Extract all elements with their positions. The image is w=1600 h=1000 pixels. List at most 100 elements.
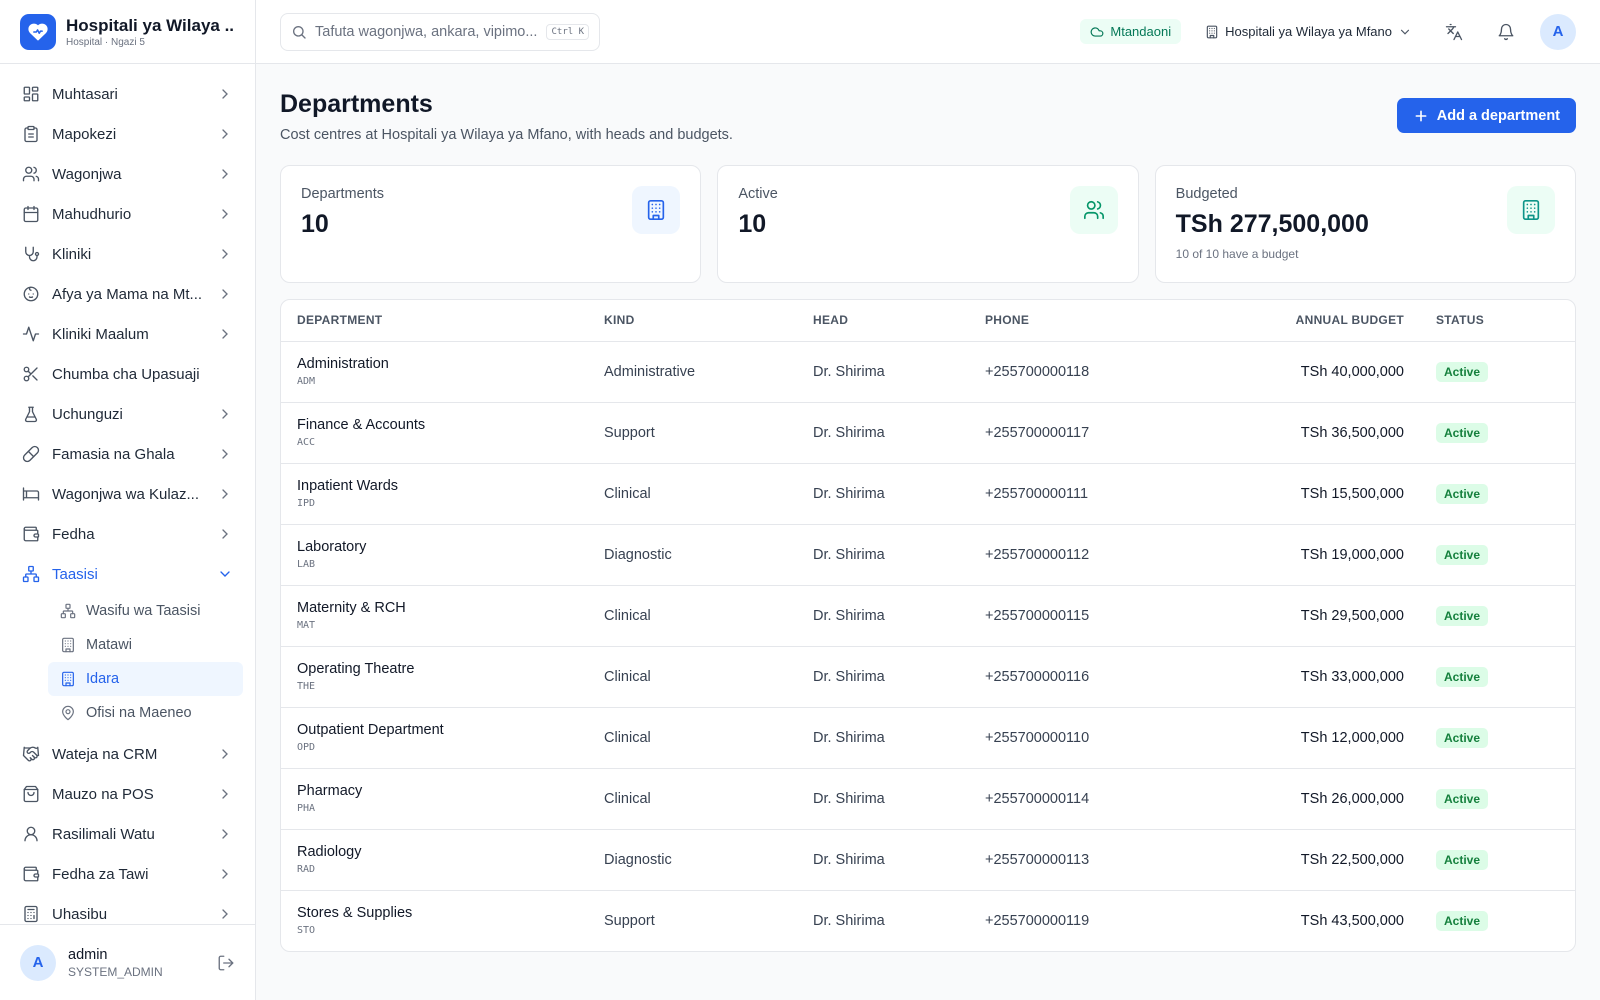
language-icon[interactable] [1436, 14, 1472, 50]
sidebar-item-label: Wagonjwa wa Kulaz... [52, 485, 200, 503]
stat-label: Departments [301, 186, 385, 202]
status-badge: Active [1436, 666, 1489, 687]
sidebar-item-fedha-za-tawi[interactable]: Fedha za Tawi [12, 854, 243, 894]
sidebar-item-label: Uhasibu [52, 905, 108, 923]
logout-icon[interactable] [217, 954, 235, 972]
column-header[interactable]: KIND [588, 300, 797, 342]
flask-icon [22, 405, 40, 423]
department-name[interactable]: Finance & Accounts [297, 417, 572, 433]
column-header[interactable]: PHONE [969, 300, 1169, 342]
cell-status: Active [1420, 585, 1575, 647]
stats-row: Departments 10 Active 10 Budgeted TSh 27… [280, 165, 1576, 283]
department-name[interactable]: Pharmacy [297, 783, 572, 799]
department-name[interactable]: Maternity & RCH [297, 600, 572, 616]
department-code: MAT [297, 620, 316, 631]
column-header[interactable]: ANNUAL BUDGET [1169, 300, 1420, 342]
sidebar-item-muhtasari[interactable]: Muhtasari [12, 74, 243, 114]
user-avatar-button[interactable]: A [1540, 13, 1576, 50]
department-name[interactable]: Radiology [297, 844, 572, 860]
cell-kind: Diagnostic [588, 829, 797, 891]
department-name[interactable]: Laboratory [297, 539, 572, 555]
sidebar-item-kliniki-maalum[interactable]: Kliniki Maalum [12, 314, 243, 354]
sidebar-subitem-idara[interactable]: Idara [48, 662, 243, 696]
sidebar-item-label: Famasia na Ghala [52, 445, 175, 463]
cell-status: Active [1420, 402, 1575, 464]
table-row[interactable]: Maternity & RCH MAT Clinical Dr. Shirima +25… [281, 585, 1575, 647]
chevron-right-icon [217, 526, 233, 542]
brand-subtitle: Hospital · Ngazi 5 [66, 36, 145, 48]
departments-table: DEPARTMENT KIND HEAD PHONE ANNUAL BUDGET… [281, 300, 1575, 951]
add-department-button[interactable]: Add a department [1396, 98, 1576, 133]
cell-annual-budget: TSh 22,500,000 [1169, 829, 1420, 891]
cell-department: Administration ADM [281, 341, 588, 403]
department-name[interactable]: Inpatient Wards [297, 478, 572, 494]
table-row[interactable]: Operating Theatre THE Clinical Dr. Shirima +… [281, 646, 1575, 708]
user-role: SYSTEM_ADMIN [68, 964, 163, 979]
org-selector[interactable]: Hospitali ya Wilaya ya Mfano [1197, 24, 1420, 39]
sidebar-item-wateja-na-crm[interactable]: Wateja na CRM [12, 734, 243, 774]
department-name[interactable]: Outpatient Department [297, 722, 572, 738]
bed-icon [22, 485, 40, 503]
column-header[interactable]: DEPARTMENT [281, 300, 588, 342]
column-header[interactable]: HEAD [797, 300, 969, 342]
sidebar-item-wagonjwa-wa-kulaz[interactable]: Wagonjwa wa Kulaz... [12, 474, 243, 514]
avatar[interactable]: A [20, 944, 56, 981]
search-box[interactable]: Ctrl K [280, 12, 600, 51]
sidebar-item-famasia-na-ghala[interactable]: Famasia na Ghala [12, 434, 243, 474]
search-input[interactable] [315, 23, 539, 40]
chevron-right-icon [217, 166, 233, 182]
chevron-right-icon [217, 406, 233, 422]
cell-head: Dr. Shirima [797, 646, 969, 708]
sidebar-subitem-label: Matawi [86, 637, 132, 653]
cell-head: Dr. Shirima [797, 524, 969, 586]
sidebar-subitem-label: Idara [86, 671, 120, 687]
sidebar-subitem-wasifu-wa-taasisi[interactable]: Wasifu wa Taasisi [48, 594, 243, 628]
cell-department: Pharmacy PHA [281, 768, 588, 830]
sidebar-item-uhasibu[interactable]: Uhasibu [12, 894, 243, 924]
cell-annual-budget: TSh 19,000,000 [1169, 524, 1420, 586]
sidebar-item-mauzo-na-pos[interactable]: Mauzo na POS [12, 774, 243, 814]
cell-kind: Clinical [588, 463, 797, 525]
table-row[interactable]: Outpatient Department OPD Clinical Dr. Shir… [281, 707, 1575, 769]
table-row[interactable]: Pharmacy PHA Clinical Dr. Shirima +255700000… [281, 768, 1575, 830]
cell-annual-budget: TSh 40,000,000 [1169, 341, 1420, 403]
cell-phone: +255700000113 [969, 829, 1169, 891]
bell-icon[interactable] [1488, 14, 1524, 50]
table-row[interactable]: Stores & Supplies STO Support Dr. Shirima +2… [281, 890, 1575, 951]
sidebar-item-wagonjwa[interactable]: Wagonjwa [12, 154, 243, 194]
department-code: ACC [297, 437, 316, 448]
sidebar-item-label: Taasisi [52, 565, 98, 583]
cell-annual-budget: TSh 33,000,000 [1169, 646, 1420, 708]
department-code: STO [297, 925, 316, 937]
sidebar-item-mahudhurio[interactable]: Mahudhurio [12, 194, 243, 234]
table-row[interactable]: Inpatient Wards IPD Clinical Dr. Shirima +25… [281, 463, 1575, 525]
stat-value: 10 [301, 210, 329, 238]
department-name[interactable]: Operating Theatre [297, 661, 572, 677]
table-row[interactable]: Finance & Accounts ACC Support Dr. Shirima +… [281, 402, 1575, 464]
sidebar-item-uchunguzi[interactable]: Uchunguzi [12, 394, 243, 434]
sidebar-item-taasisi[interactable]: Taasisi [12, 554, 243, 594]
sidebar-item-fedha[interactable]: Fedha [12, 514, 243, 554]
brand[interactable]: Hospitali ya Wilaya ... Hospital · Ngazi… [0, 0, 255, 64]
sidebar-subitem-matawi[interactable]: Matawi [48, 628, 243, 662]
sidebar-item-rasilimali-watu[interactable]: Rasilimali Watu [12, 814, 243, 854]
chevron-right-icon [217, 126, 233, 142]
sidebar-item-chumba-cha-upasuaji[interactable]: Chumba cha Upasuaji [12, 354, 243, 394]
cell-head: Dr. Shirima [797, 768, 969, 830]
network-icon [22, 565, 40, 583]
building-icon [60, 671, 76, 687]
column-header[interactable]: STATUS [1420, 300, 1575, 342]
stat-card-departments: Departments 10 [280, 165, 702, 283]
sidebar-subitem-ofisi-na-maeneo[interactable]: Ofisi na Maeneo [48, 696, 243, 730]
table-row[interactable]: Radiology RAD Diagnostic Dr. Shirima +255700… [281, 829, 1575, 891]
page-title: Departments [280, 90, 433, 118]
cell-head: Dr. Shirima [797, 585, 969, 647]
table-row[interactable]: Laboratory LAB Diagnostic Dr. Shirima +25570… [281, 524, 1575, 586]
sidebar-item-kliniki[interactable]: Kliniki [12, 234, 243, 274]
table-row[interactable]: Administration ADM Administrative Dr. Shiri… [281, 341, 1575, 403]
sidebar-item-afya-ya-mama-na-mt[interactable]: Afya ya Mama na Mt... [12, 274, 243, 314]
cell-department: Radiology RAD [281, 829, 588, 891]
department-name[interactable]: Stores & Supplies [297, 905, 572, 921]
department-name[interactable]: Administration [297, 356, 572, 372]
sidebar-item-mapokezi[interactable]: Mapokezi [12, 114, 243, 154]
